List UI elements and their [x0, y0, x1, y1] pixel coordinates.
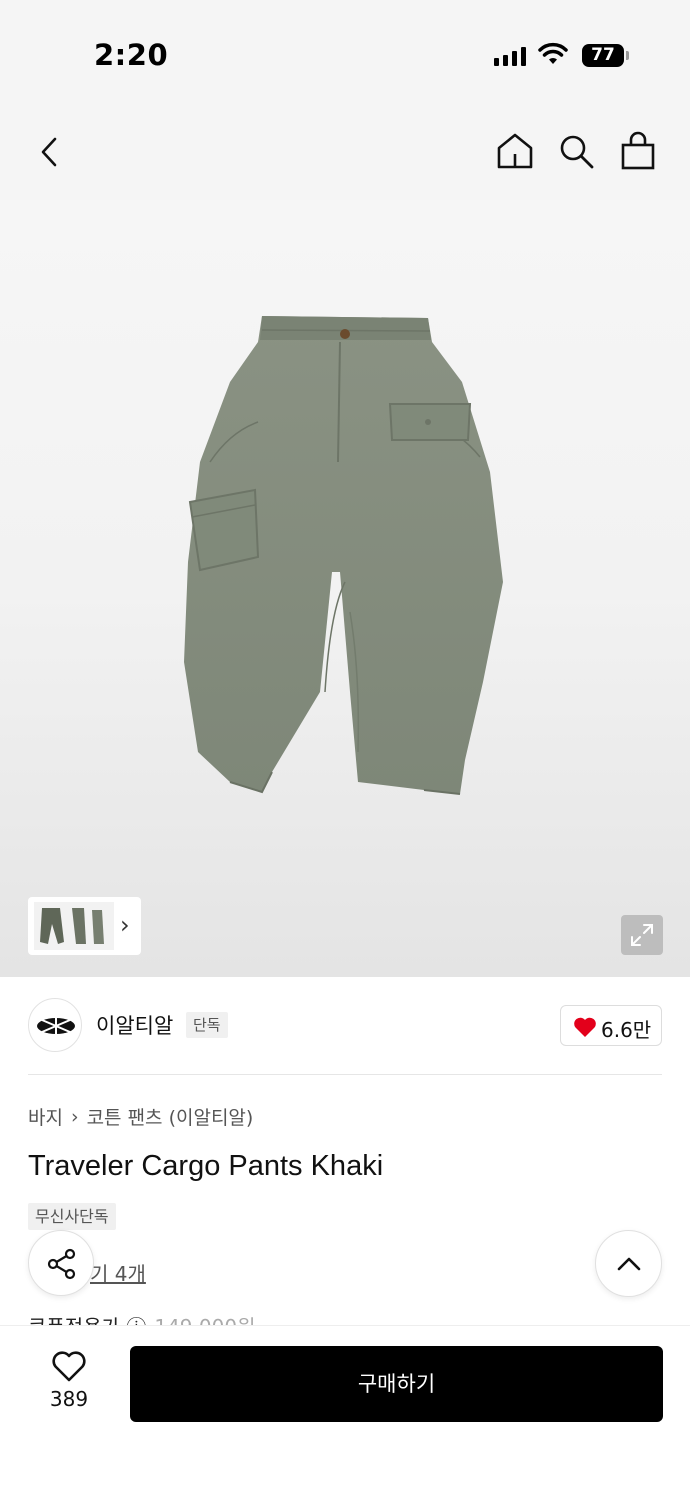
share-icon [47, 1248, 76, 1280]
shopping-bag-icon[interactable] [620, 131, 656, 171]
bottom-action-bar: 389 구매하기 [0, 1325, 690, 1500]
musinsa-exclusive-tag: 무신사단독 [28, 1203, 116, 1230]
expand-button[interactable] [621, 915, 663, 955]
buy-button[interactable]: 구매하기 [130, 1346, 663, 1422]
exclusive-badge: 단독 [186, 1012, 228, 1038]
product-image-gallery[interactable]: › [0, 200, 690, 977]
brand-logo[interactable] [28, 998, 82, 1052]
expand-icon [631, 924, 653, 946]
heart-outline-icon [52, 1351, 86, 1382]
heart-filled-icon [574, 1017, 596, 1037]
review-link[interactable]: 기 4개 [90, 1258, 146, 1287]
breadcrumb-subcategory[interactable]: 코튼 팬츠 (이알티알) [87, 1103, 254, 1130]
home-icon[interactable] [496, 132, 534, 170]
chevron-left-icon[interactable] [38, 136, 60, 168]
chevron-right-icon: › [70, 1105, 79, 1128]
thumbnail-strip[interactable]: › [28, 897, 141, 955]
product-photo [184, 316, 503, 795]
divider [28, 1074, 662, 1075]
brand-logo-mark [37, 1018, 75, 1034]
cellular-signal-icon [494, 46, 526, 66]
chevron-up-icon [617, 1257, 641, 1271]
product-title: Traveler Cargo Pants Khaki [28, 1150, 384, 1182]
scroll-to-top-button[interactable] [595, 1230, 662, 1297]
breadcrumb: 바지 › 코튼 팬츠 (이알티알) [28, 1103, 253, 1130]
status-time: 2:20 [94, 38, 169, 72]
wifi-icon [538, 42, 568, 64]
chevron-right-icon: › [120, 911, 130, 939]
thumbnail-images [34, 902, 114, 950]
search-icon[interactable] [558, 133, 596, 171]
brand-like-count: 6.6만 [601, 1018, 652, 1042]
breadcrumb-category[interactable]: 바지 [28, 1103, 63, 1130]
brand-like-button[interactable]: 6.6만 [560, 1005, 662, 1046]
wishlist-button[interactable]: 389 [38, 1351, 100, 1411]
brand-name[interactable]: 이알티알 [96, 1010, 173, 1040]
top-nav-bar [0, 100, 690, 200]
brand-row[interactable]: 이알티알 단독 6.6만 [28, 998, 662, 1054]
status-bar: 2:20 77 [0, 0, 690, 100]
wishlist-count: 389 [49, 1387, 89, 1411]
battery-nub [626, 51, 629, 60]
share-button[interactable] [28, 1230, 94, 1296]
battery-indicator: 77 [582, 44, 624, 67]
